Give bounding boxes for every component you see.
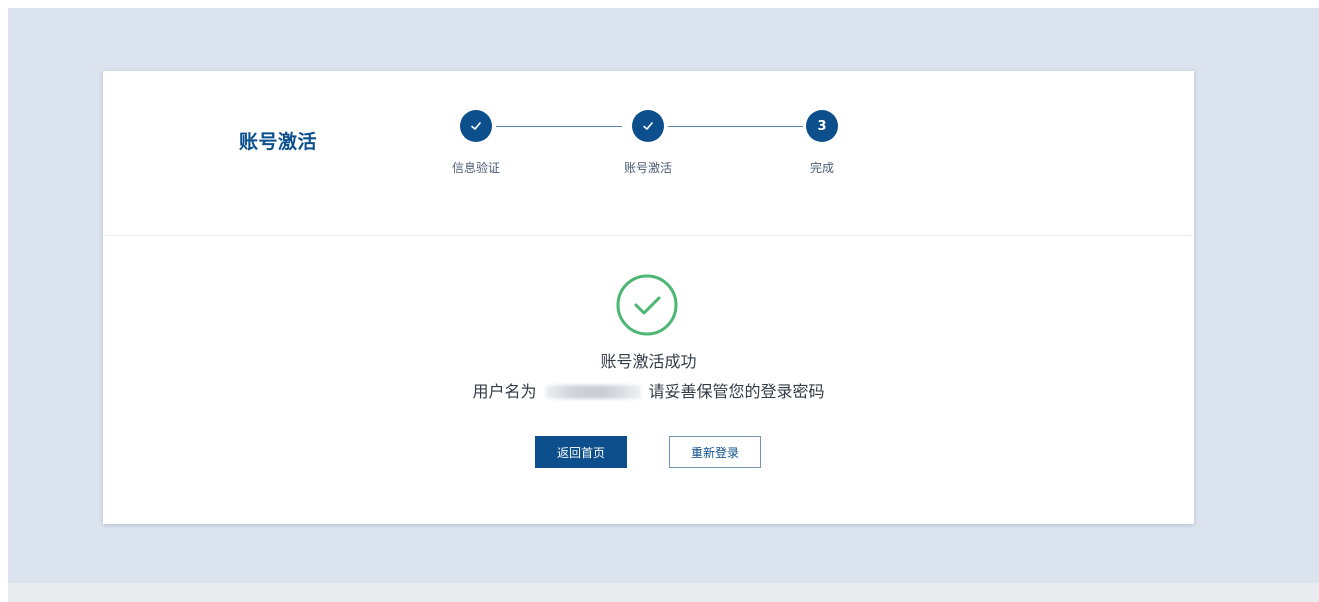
step-2-label: 账号激活 — [623, 161, 672, 175]
step-3-label: 完成 — [809, 161, 834, 175]
relogin-button[interactable]: 重新登录 — [669, 436, 761, 468]
step-3-number: 3 — [806, 110, 838, 142]
step-1-check-icon — [460, 110, 492, 142]
step-1-label: 信息验证 — [451, 161, 500, 175]
card-body: 账号激活成功 用户名为 请妥善保管您的登录密码 返回首页 重新登录 — [103, 236, 1194, 524]
bottom-strip — [8, 583, 1319, 602]
username-notice: 用户名为 请妥善保管您的登录密码 — [103, 378, 1194, 402]
username-suffix: 请妥善保管您的登录密码 — [648, 382, 825, 401]
step-2-check-icon — [632, 110, 664, 142]
step-2: 账号激活 — [603, 110, 693, 176]
step-1: 信息验证 — [431, 110, 521, 176]
success-check-circle-icon — [615, 273, 679, 337]
redacted-username — [544, 385, 641, 399]
activation-card: 账号激活 信息验证 账号激活 3 完成 账号激活成功 用户名为 请妥善保管您的登… — [103, 71, 1194, 524]
username-prefix: 用户名为 — [472, 382, 537, 401]
card-header: 账号激活 信息验证 账号激活 3 完成 — [103, 71, 1194, 236]
return-home-button[interactable]: 返回首页 — [535, 436, 627, 468]
success-message: 账号激活成功 — [600, 352, 697, 371]
page-title: 账号激活 — [239, 131, 318, 153]
step-3: 3 完成 — [777, 110, 867, 176]
